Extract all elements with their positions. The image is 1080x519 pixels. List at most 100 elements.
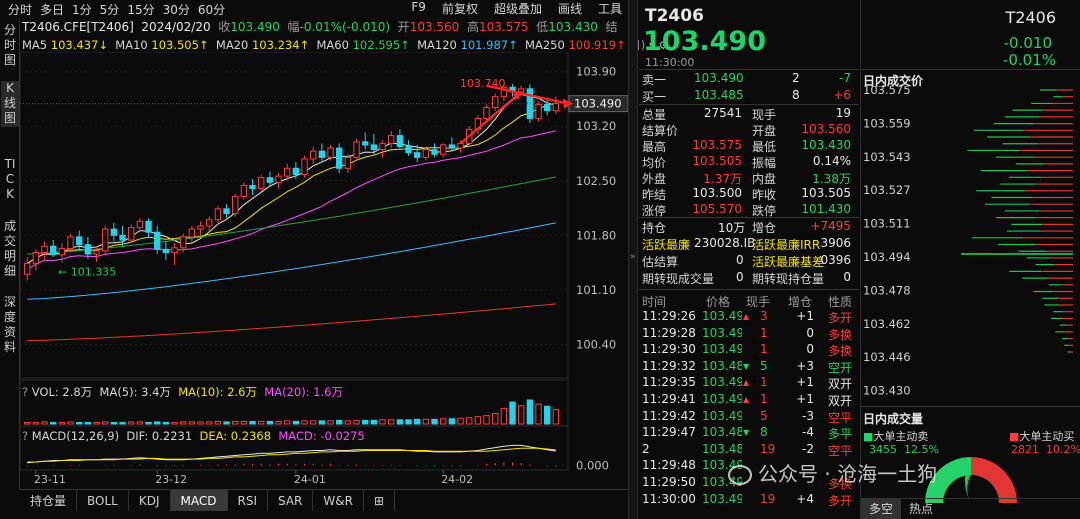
ask-chg: -7 (839, 71, 851, 85)
tick-vol: 19 (760, 441, 776, 456)
tab-macd[interactable]: MACD (170, 490, 228, 511)
sidebar-item-tick[interactable]: TICK (1, 157, 19, 219)
tick-chg: +1 (796, 375, 814, 390)
stat-value: 103.505 (801, 186, 851, 200)
draw-button[interactable]: 画线 (558, 0, 582, 17)
col-type: 性质 (828, 295, 853, 309)
tab-multiday[interactable]: 多日 (40, 1, 64, 18)
tick-time: 11:29:47 (642, 425, 696, 440)
est-row: 估结算 0 活跃最廉基差 0396 (642, 253, 857, 269)
quote-code: T2406 (645, 6, 704, 26)
tab-1min[interactable]: 1分 (72, 1, 92, 18)
oi-chg-value: +7495 (810, 219, 851, 233)
volume-bar (483, 415, 490, 425)
change-label: 幅 (287, 20, 300, 34)
tab-60min[interactable]: 60分 (198, 1, 225, 18)
candle-body (362, 141, 369, 146)
vol-ma10: MA(10): 2.6万 (178, 385, 257, 399)
tick-vol: 3 (760, 309, 768, 323)
ask-price: 103.490 (694, 71, 744, 85)
macd-title: MACD(12,26,9) (31, 429, 120, 443)
tick-price: 103.49 (702, 491, 742, 506)
low-marker-label: ← 101.335 (58, 266, 116, 279)
tab-30min[interactable]: 30分 (163, 1, 190, 18)
tick-type: 空平 (828, 410, 853, 425)
volume-bar (431, 418, 438, 425)
candle-body (292, 167, 300, 176)
stat-label: 均价 (642, 156, 667, 170)
tick-chg: +1 (796, 309, 814, 323)
buy-pct: 10.2% (1046, 443, 1080, 456)
tab-rsi[interactable]: RSI (228, 490, 268, 511)
tick-vol: 1 (760, 375, 768, 390)
collapse-icon[interactable]: » (630, 252, 636, 262)
tab-boll[interactable]: BOLL (77, 490, 129, 511)
candle-body (128, 227, 135, 241)
tab-wr[interactable]: W&R (313, 490, 364, 511)
tab-oi[interactable]: 持仓量 (20, 490, 78, 511)
candle-body (110, 228, 118, 236)
volume-bar (318, 420, 326, 425)
tick-price: 103.49 (702, 342, 742, 357)
volume-bar (50, 421, 57, 425)
sidebar-item-timeshare[interactable]: 分时图 (1, 23, 19, 69)
tab-kdj[interactable]: KDJ (129, 490, 171, 511)
volume-bar (119, 421, 126, 425)
sidebar-item-kline[interactable]: K线图 (1, 81, 19, 127)
ma20-value: 103.234↑ (251, 38, 310, 52)
panel-divider[interactable]: » (628, 0, 638, 519)
candle-body (266, 177, 274, 183)
tick-time: 11:29:48 (642, 458, 696, 473)
tools-button[interactable]: 工具 (598, 0, 622, 17)
volume-bar (110, 421, 118, 425)
kline-chart[interactable]: 103.90 103.20 102.50 101.80 101.10 100.40 103… (20, 52, 628, 489)
tick-vol: 1 (760, 342, 768, 357)
sell-legend: ■大单主动卖 (863, 430, 929, 443)
period-tabs: 分时 多日 1分 5分 15分 30分 60分 F9 前复权 超级叠加 画线 工… (0, 0, 628, 18)
tick-time: 11:29:50 (642, 475, 696, 489)
candle-body (50, 245, 57, 256)
candle-body (535, 103, 542, 119)
tick-row: 11:29:35 103.49 ▲ 1 +1 双开 (642, 375, 857, 391)
tab-timeshare[interactable]: 分时 (8, 1, 32, 18)
tick-row: 11:29:41 103.49 ▲ 1 +1 双开 (642, 392, 857, 408)
volume-bar (552, 408, 560, 425)
tab-hot[interactable]: 热点 (901, 499, 941, 519)
sidebar-item-trades[interactable]: 成交明细 (1, 219, 19, 281)
stat-label: 总量 (642, 108, 667, 122)
price-panel-border (20, 52, 569, 379)
stat-value: 1.38万 (812, 172, 851, 186)
sell-label: 大单主动卖 (873, 430, 929, 443)
stat-label: 振幅 (752, 156, 777, 170)
profile-price-label: 103.478 (863, 283, 911, 297)
candle-body (232, 195, 239, 215)
candle-body (76, 236, 83, 246)
tab-5min[interactable]: 5分 (100, 1, 120, 18)
tab-longshort[interactable]: 多空 (861, 499, 902, 519)
col-chg: 增仓 (788, 295, 813, 309)
f9-button[interactable]: F9 (411, 0, 426, 17)
volume-bar (310, 420, 317, 425)
tick-chg: -2 (802, 441, 814, 456)
bid-price: 103.485 (694, 88, 744, 102)
stats-row: 最高 103.575 最低 103.430 (642, 138, 857, 154)
sidebar-item-depth[interactable]: 深度资料 (1, 295, 19, 357)
candle-body (67, 236, 74, 250)
candle-body (492, 96, 499, 109)
ctd-irr-value: 3906 (820, 236, 851, 250)
trend-arrow (459, 91, 522, 145)
high-value: 103.575 (478, 20, 529, 34)
tick-vol: 5 (760, 358, 768, 373)
adjust-button[interactable]: 前复权 (442, 0, 478, 17)
tab-15min[interactable]: 15分 (127, 1, 154, 18)
overlay-button[interactable]: 超级叠加 (494, 0, 542, 17)
tick-vol: 1 (760, 392, 768, 406)
efp-row: 期转现成交量 0 期转现持仓量 0 (642, 270, 857, 286)
tick-price: 103.48 (702, 441, 742, 456)
add-tab-icon[interactable]: ⊞ (364, 490, 396, 511)
volume-bar (353, 419, 360, 425)
candle-body (188, 228, 196, 238)
open-label: 开 (397, 20, 410, 34)
price-tick-label: 101.80 (576, 228, 616, 242)
tab-sar[interactable]: SAR (268, 490, 314, 511)
